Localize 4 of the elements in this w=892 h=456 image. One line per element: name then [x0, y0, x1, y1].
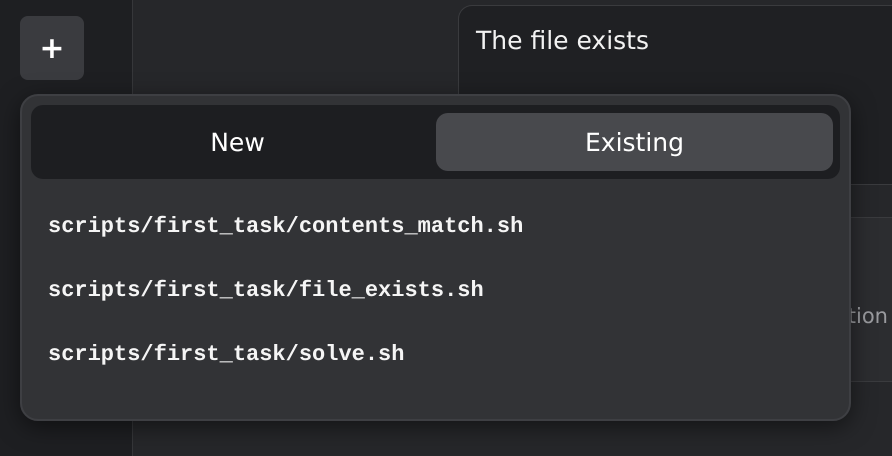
tab[interactable]: New [39, 113, 436, 171]
add-button[interactable]: + [20, 16, 84, 80]
card-title: The file exists [476, 26, 649, 55]
tab[interactable]: Existing [436, 113, 833, 171]
